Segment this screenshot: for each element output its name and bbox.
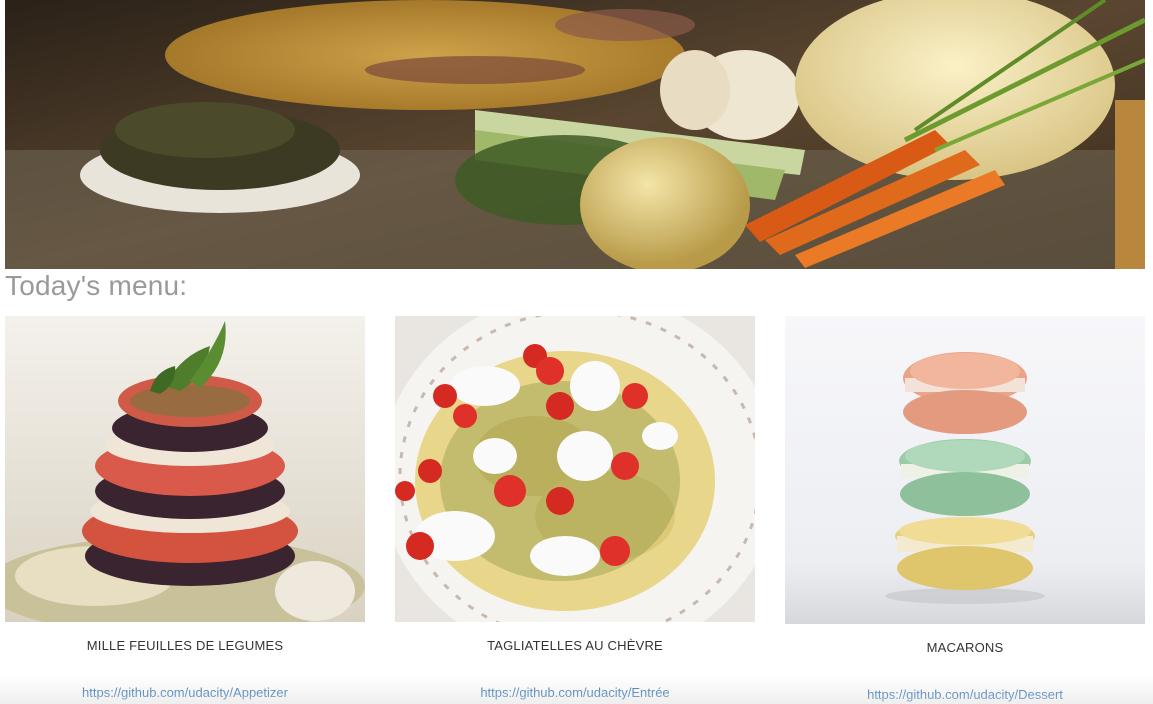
macarons-photo [785, 316, 1145, 624]
menu-item-appetizer: MILLE FEUILLES DE LEGUMES https://github… [5, 316, 365, 700]
dish-name: MACARONS [926, 640, 1004, 655]
dish-link[interactable]: https://github.com/udacity/Appetizer [5, 685, 365, 700]
menu-heading: Today's menu: [5, 270, 188, 301]
menu-item-dessert: MACARONS https://github.com/udacity/Dess… [785, 316, 1145, 702]
mille-feuilles-photo [5, 316, 365, 622]
tagliatelles-photo [395, 316, 755, 622]
dish-link[interactable]: https://github.com/udacity/Dessert [785, 687, 1145, 702]
hero-banner-image [5, 0, 1145, 269]
dish-name: MILLE FEUILLES DE LEGUMES [86, 638, 284, 653]
dish-link[interactable]: https://github.com/udacity/Entrée [395, 685, 755, 700]
dish-name: TAGLIATELLES AU CHÈVRE [487, 638, 663, 653]
menu-item-entree: TAGLIATELLES AU CHÈVRE https://github.co… [395, 316, 755, 700]
